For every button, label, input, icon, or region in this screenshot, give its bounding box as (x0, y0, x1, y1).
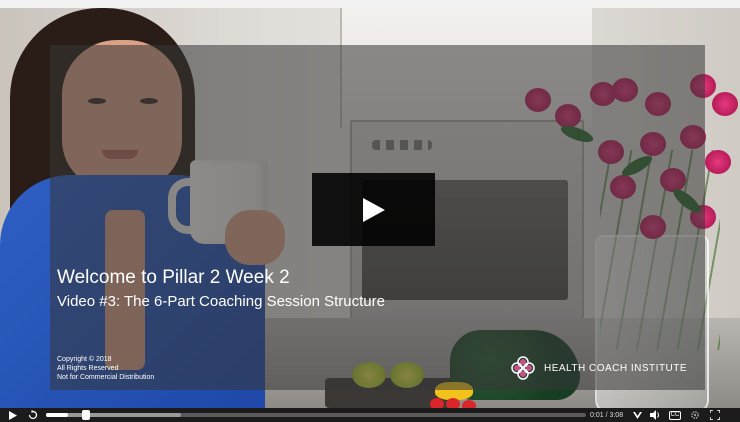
copyright-line: Copyright © 2018 (57, 356, 112, 363)
video-player[interactable]: Welcome to Pillar 2 Week 2 Video #3: The… (0, 0, 740, 422)
brand-logo-icon (511, 356, 535, 380)
replay-icon (28, 410, 38, 420)
brand-name: HEALTH COACH INSTITUTE (544, 362, 688, 374)
fullscreen-icon (710, 410, 720, 420)
replay-button[interactable] (26, 408, 40, 422)
control-bar: 0:01 / 3:08 CC (0, 408, 740, 422)
video-title: Welcome to Pillar 2 Week 2 (57, 267, 290, 288)
copyright-notice: Copyright © 2018 All Rights Reserved Not… (57, 355, 154, 382)
fullscreen-button[interactable] (708, 408, 722, 422)
wall (0, 0, 740, 8)
cc-icon: CC (668, 410, 682, 420)
play-icon (9, 410, 17, 420)
brand-icon (632, 412, 642, 419)
video-subtitle: Video #3: The 6-Part Coaching Session St… (57, 293, 385, 310)
played-bar (46, 413, 68, 417)
time-display: 0:01 / 3:08 (590, 411, 624, 419)
copyright-line: All Rights Reserved (57, 365, 119, 372)
captions-button[interactable]: CC (668, 408, 682, 422)
scrubber-handle[interactable] (81, 410, 90, 420)
brand-button[interactable] (630, 408, 644, 422)
volume-icon (649, 410, 659, 420)
settings-icon (690, 410, 700, 420)
volume-button[interactable] (648, 408, 662, 422)
play-button[interactable] (6, 408, 20, 422)
settings-button[interactable] (688, 408, 702, 422)
play-icon (362, 197, 385, 222)
brand-watermark: HEALTH COACH INSTITUTE (508, 353, 687, 383)
flower (712, 92, 738, 116)
flower (705, 150, 731, 174)
big-play-button[interactable] (312, 173, 435, 246)
progress-bar[interactable] (46, 410, 586, 420)
copyright-line: Not for Commercial Distribution (57, 374, 155, 381)
